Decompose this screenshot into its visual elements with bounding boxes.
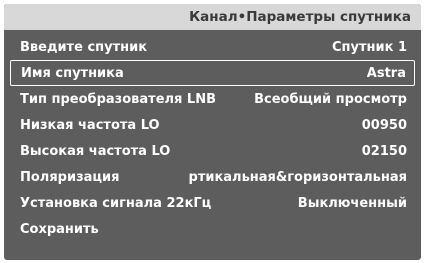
menu-item-label: Сохранить [20,221,99,237]
menu-item-enter-satellite[interactable]: Введите спутник Спутник 1 [10,34,415,60]
menu-item-satellite-name[interactable]: Имя спутника Astra [10,60,415,86]
menu-item-label: Поляризация [20,169,120,185]
menu-item-label: Установка сигнала 22кГц [20,195,212,211]
menu-item-lnb-type[interactable]: Тип преобразователя LNB Всеобщий просмот… [10,86,415,112]
page-title: Канал•Параметры спутника [4,4,421,30]
menu-item-label: Низкая частота LO [20,117,160,133]
satellite-settings-screen: Канал•Параметры спутника Введите спутник… [4,4,421,260]
menu-item-low-lo-frequency[interactable]: Низкая частота LO 00950 [10,112,415,138]
menu-item-label: Тип преобразователя LNB [20,91,216,107]
menu-item-label: Введите спутник [20,39,148,55]
settings-menu: Введите спутник Спутник 1 Имя спутника A… [4,34,421,242]
menu-item-label: Высокая частота LO [20,143,171,159]
menu-item-value: 00950 [361,117,407,133]
menu-item-value: ртикальная&горизонтальная [188,169,407,185]
menu-item-22khz-signal[interactable]: Установка сигнала 22кГц Выключенный [10,190,415,216]
menu-item-value: Выключенный [297,195,407,211]
menu-item-value: Спутник 1 [331,39,407,55]
menu-item-save[interactable]: Сохранить [10,216,415,242]
menu-item-value: Astra [366,65,406,81]
menu-item-high-lo-frequency[interactable]: Высокая частота LO 02150 [10,138,415,164]
menu-item-value: Всеобщий просмотр [254,91,407,107]
menu-item-polarization[interactable]: Поляризация ртикальная&горизонтальная [10,164,415,190]
menu-item-value: 02150 [361,143,407,159]
menu-item-label: Имя спутника [21,65,124,81]
